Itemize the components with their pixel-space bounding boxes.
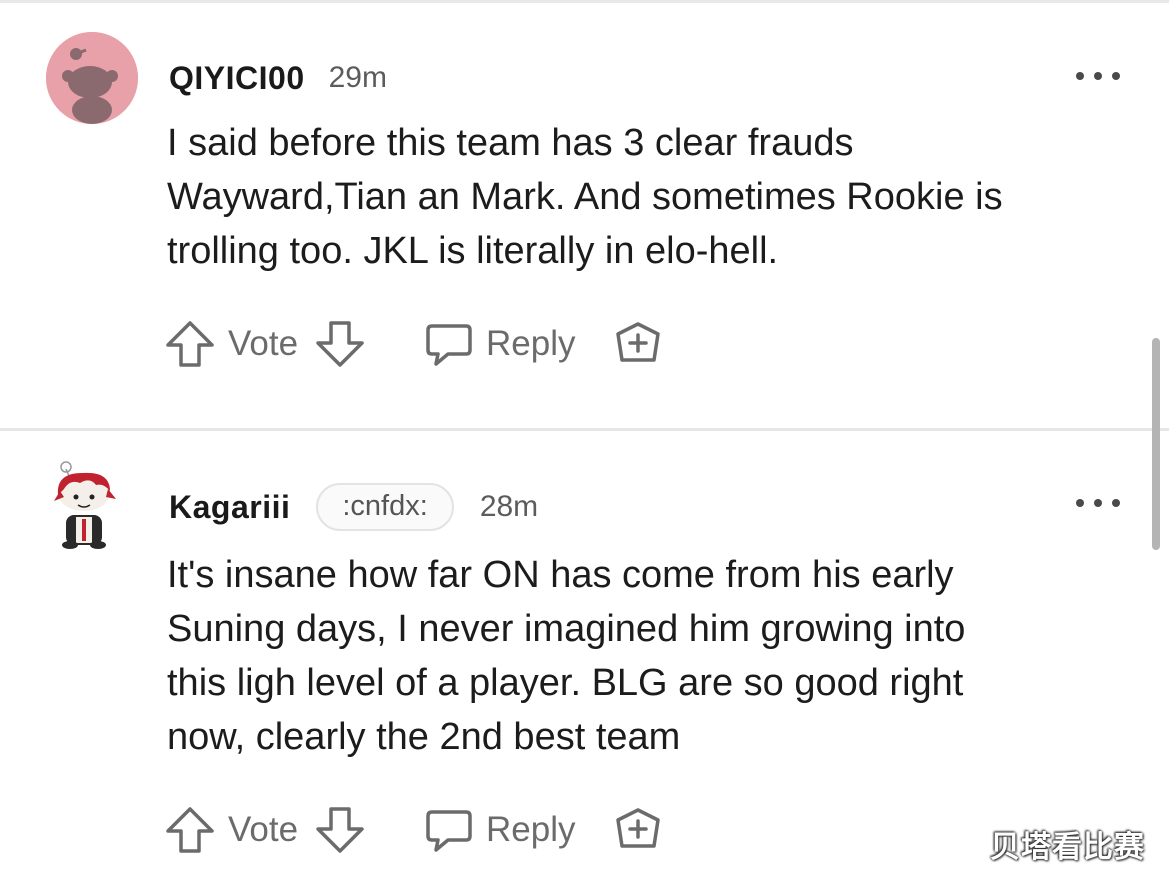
downvote-arrow-icon <box>316 807 364 853</box>
comment-line: I said before this team has 3 clear frau… <box>167 122 854 164</box>
upvote-arrow-icon <box>166 807 214 853</box>
timestamp: 29m <box>328 61 387 94</box>
downvote-arrow-icon <box>316 321 364 367</box>
award-plus-icon <box>616 808 660 848</box>
comment-body: I said before this team has 3 clear frau… <box>167 116 1147 278</box>
downvote-button[interactable] <box>314 802 366 858</box>
username[interactable]: Kagariii <box>169 489 290 526</box>
reply-label[interactable]: Reply <box>486 324 575 364</box>
vote-label: Vote <box>228 810 299 849</box>
timestamp: 28m <box>479 490 539 523</box>
comment-meta: QIYICI00 29m <box>169 56 387 100</box>
snoo-avatar-icon <box>54 461 116 549</box>
comment: QIYICI00 29m I said before this team has… <box>0 0 1169 428</box>
downvote-button[interactable] <box>314 316 366 372</box>
snoo-avatar-icon <box>46 32 138 124</box>
scrollbar[interactable] <box>1152 338 1160 550</box>
user-flair: :cnfdx: <box>316 483 454 531</box>
more-options-icon[interactable] <box>1076 497 1120 509</box>
award-plus-icon <box>616 322 660 362</box>
comment-line: now, clearly the 2nd best team <box>167 716 681 758</box>
comment-meta: Kagariii :cnfdx: 28m <box>169 483 539 531</box>
upvote-button[interactable] <box>164 802 216 858</box>
comment-line: Suning days, I never imagined him growin… <box>167 608 966 650</box>
reply-button[interactable] <box>422 802 474 858</box>
upvote-arrow-icon <box>166 321 214 367</box>
comment-line: Wayward,Tian an Mark. And sometimes Rook… <box>167 176 1003 218</box>
more-options-icon[interactable] <box>1076 70 1120 82</box>
chat-bubble-icon <box>426 810 472 852</box>
comment-line: It's insane how far ON has come from his… <box>167 554 954 596</box>
comment-line: this ligh level of a player. BLG are so … <box>167 662 964 704</box>
reply-label[interactable]: Reply <box>486 810 575 850</box>
upvote-button[interactable] <box>164 316 216 372</box>
vote-label: Vote <box>228 324 299 363</box>
avatar[interactable] <box>46 32 138 124</box>
chat-bubble-icon <box>426 324 472 366</box>
award-button[interactable] <box>612 802 664 858</box>
comment-line: trolling too. JKL is literally in elo-he… <box>167 230 779 272</box>
comment: Kagariii :cnfdx: 28m It's insane how far… <box>0 431 1169 879</box>
watermark: 贝塔看比赛 <box>990 830 1145 865</box>
award-button[interactable] <box>612 316 664 372</box>
comment-body: It's insane how far ON has come from his… <box>167 548 1147 764</box>
reply-button[interactable] <box>422 316 474 372</box>
avatar[interactable] <box>46 461 122 551</box>
username[interactable]: QIYICI00 <box>169 60 305 97</box>
